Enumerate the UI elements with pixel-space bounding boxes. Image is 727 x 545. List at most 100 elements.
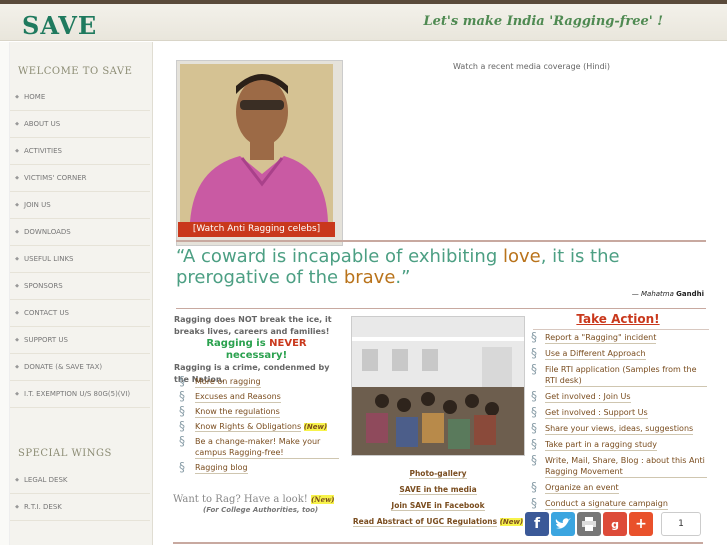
list-item[interactable]: § File RTI application (Samples from the … bbox=[531, 362, 707, 387]
section-icon: § bbox=[531, 389, 537, 403]
list-item[interactable]: § Conduct a signature campaign bbox=[531, 496, 707, 510]
photo-gallery-link[interactable]: Photo-gallery bbox=[350, 466, 526, 482]
celeb-video-thumbnail[interactable]: [Watch Anti Ragging celebs] bbox=[176, 60, 343, 246]
section-icon: § bbox=[179, 460, 185, 474]
event-photo[interactable] bbox=[351, 316, 525, 456]
bullet-icon: ◆ bbox=[15, 337, 19, 343]
share-bar: f g + 1 bbox=[525, 512, 701, 536]
list-item[interactable]: § Write, Mail, Share, Blog : about this A… bbox=[531, 453, 707, 478]
bullet-icon: ◆ bbox=[15, 364, 19, 370]
list-item[interactable]: § Know the regulations bbox=[179, 404, 339, 418]
section-icon: § bbox=[179, 374, 185, 388]
bullet-icon: ◆ bbox=[15, 256, 19, 262]
section-icon: § bbox=[531, 330, 537, 344]
sidebar-item-home[interactable]: ◆ HOME bbox=[10, 84, 150, 111]
divider bbox=[173, 542, 703, 544]
bullet-icon: ◆ bbox=[15, 391, 19, 397]
never-necessary: Ragging is NEVER necessary! bbox=[206, 338, 307, 361]
divider bbox=[176, 308, 706, 309]
section-icon: § bbox=[531, 421, 537, 435]
list-item[interactable]: § Be a change-maker! Make your campus Rag… bbox=[179, 434, 339, 459]
new-badge: (New) bbox=[303, 423, 328, 431]
facebook-join-link[interactable]: Join SAVE in Facebook bbox=[350, 498, 526, 514]
logo[interactable]: SAVE bbox=[22, 11, 97, 40]
bullet-icon: ◆ bbox=[15, 504, 19, 510]
list-item[interactable]: § Get involved : Support Us bbox=[531, 405, 707, 419]
rag-subheading: (For College Authorities, too) bbox=[203, 506, 319, 514]
event-links: Photo-gallery SAVE in the media Join SAV… bbox=[350, 466, 526, 530]
bullet-icon: ◆ bbox=[15, 202, 19, 208]
action-list: § Report a "Ragging" incident § Use a Diff… bbox=[531, 330, 707, 514]
media-link[interactable]: SAVE in the media bbox=[350, 482, 526, 498]
section-icon: § bbox=[531, 405, 537, 419]
sidebar-item-join[interactable]: ◆ JOIN US bbox=[10, 192, 150, 219]
section-icon: § bbox=[531, 496, 537, 510]
bullet-icon: ◆ bbox=[15, 121, 19, 127]
divider bbox=[176, 240, 706, 242]
add-share-icon[interactable]: + bbox=[629, 512, 653, 536]
info-links: § More on ragging § Excuses and Reasons § K… bbox=[179, 374, 339, 477]
twitter-icon[interactable] bbox=[551, 512, 575, 536]
section-icon: § bbox=[179, 419, 185, 433]
list-item[interactable]: § Get involved : Join Us bbox=[531, 389, 707, 403]
video-title[interactable]: Watch a recent media coverage (Hindi) bbox=[453, 62, 610, 71]
sidebar-item-about[interactable]: ◆ ABOUT US bbox=[10, 111, 150, 138]
sidebar-heading-wings: SPECIAL WINGS bbox=[18, 448, 112, 459]
list-item[interactable]: § Use a Different Approach bbox=[531, 346, 707, 360]
bullet-icon: ◆ bbox=[15, 283, 19, 289]
sidebar-item-legal-desk[interactable]: ◆ LEGAL DESK bbox=[10, 467, 150, 494]
celeb-video-caption[interactable]: [Watch Anti Ragging celebs] bbox=[178, 222, 335, 237]
list-item[interactable]: § Know Rights & Obligations (New) bbox=[179, 419, 339, 433]
left-edge bbox=[0, 42, 10, 545]
celeb-photo bbox=[180, 64, 333, 222]
section-icon: § bbox=[531, 346, 537, 360]
bullet-icon: ◆ bbox=[15, 229, 19, 235]
sidebar-item-it-exemption[interactable]: ◆ I.T. EXEMPTION U/S 80G(5)(VI) bbox=[10, 381, 150, 408]
sidebar-item-contact[interactable]: ◆ CONTACT US bbox=[10, 300, 150, 327]
facebook-icon[interactable]: f bbox=[525, 512, 549, 536]
sidebar-item-victims[interactable]: ◆ VICTIMS' CORNER bbox=[10, 165, 150, 192]
list-item[interactable]: § Excuses and Reasons bbox=[179, 389, 339, 403]
list-item[interactable]: § Ragging blog bbox=[179, 460, 339, 474]
bullet-icon: ◆ bbox=[15, 310, 19, 316]
bullet-icon: ◆ bbox=[15, 175, 19, 181]
bullet-icon: ◆ bbox=[15, 477, 19, 483]
header: SAVE Let's make India 'Ragging-free' ! bbox=[0, 4, 727, 41]
logo-text: SAVE bbox=[22, 11, 98, 40]
section-icon: § bbox=[531, 453, 537, 467]
print-icon[interactable] bbox=[577, 512, 601, 536]
sidebar-item-support[interactable]: ◆ SUPPORT US bbox=[10, 327, 150, 354]
bullet-icon: ◆ bbox=[15, 94, 19, 100]
list-item[interactable]: § Organize an event bbox=[531, 480, 707, 494]
tagline: Let's make India 'Ragging-free' ! bbox=[423, 14, 664, 29]
sidebar-item-downloads[interactable]: ◆ DOWNLOADS bbox=[10, 219, 150, 246]
bullet-icon: ◆ bbox=[15, 148, 19, 154]
google-icon[interactable]: g bbox=[603, 512, 627, 536]
sidebar-heading-welcome: WELCOME TO SAVE bbox=[18, 66, 133, 77]
main-content: [Watch Anti Ragging celebs] Watch a rece… bbox=[153, 42, 727, 545]
rag-heading[interactable]: Want to Rag? Have a look! (New) bbox=[173, 494, 335, 505]
sidebar-item-useful-links[interactable]: ◆ USEFUL LINKS bbox=[10, 246, 150, 273]
list-item[interactable]: § Report a "Ragging" incident bbox=[531, 330, 707, 344]
list-item[interactable]: § Share your views, ideas, suggestions bbox=[531, 421, 707, 435]
share-count: 1 bbox=[661, 512, 701, 536]
sidebar-item-activities[interactable]: ◆ ACTIVITIES bbox=[10, 138, 150, 165]
divider bbox=[533, 329, 709, 330]
new-badge: (New) bbox=[499, 518, 524, 526]
quote-author: — Mahatma Gandhi bbox=[631, 290, 704, 298]
take-action-heading[interactable]: Take Action! bbox=[533, 312, 703, 326]
new-badge: (New) bbox=[310, 495, 335, 504]
sidebar-item-sponsors[interactable]: ◆ SPONSORS bbox=[10, 273, 150, 300]
section-icon: § bbox=[531, 480, 537, 494]
list-item[interactable]: § More on ragging bbox=[179, 374, 339, 388]
sidebar: WELCOME TO SAVE ◆ HOME ◆ ABOUT US ◆ ACTIVIT… bbox=[10, 42, 153, 545]
ugc-regulations-link[interactable]: Read Abstract of UGC Regulations (New) bbox=[350, 514, 526, 530]
section-icon: § bbox=[531, 437, 537, 451]
section-icon: § bbox=[179, 389, 185, 403]
sidebar-item-donate[interactable]: ◆ DONATE (& SAVE TAX) bbox=[10, 354, 150, 381]
section-icon: § bbox=[179, 434, 185, 448]
section-icon: § bbox=[179, 404, 185, 418]
section-icon: § bbox=[531, 362, 537, 376]
sidebar-item-rti-desk[interactable]: ◆ R.T.I. DESK bbox=[10, 494, 150, 521]
list-item[interactable]: § Take part in a ragging study bbox=[531, 437, 707, 451]
